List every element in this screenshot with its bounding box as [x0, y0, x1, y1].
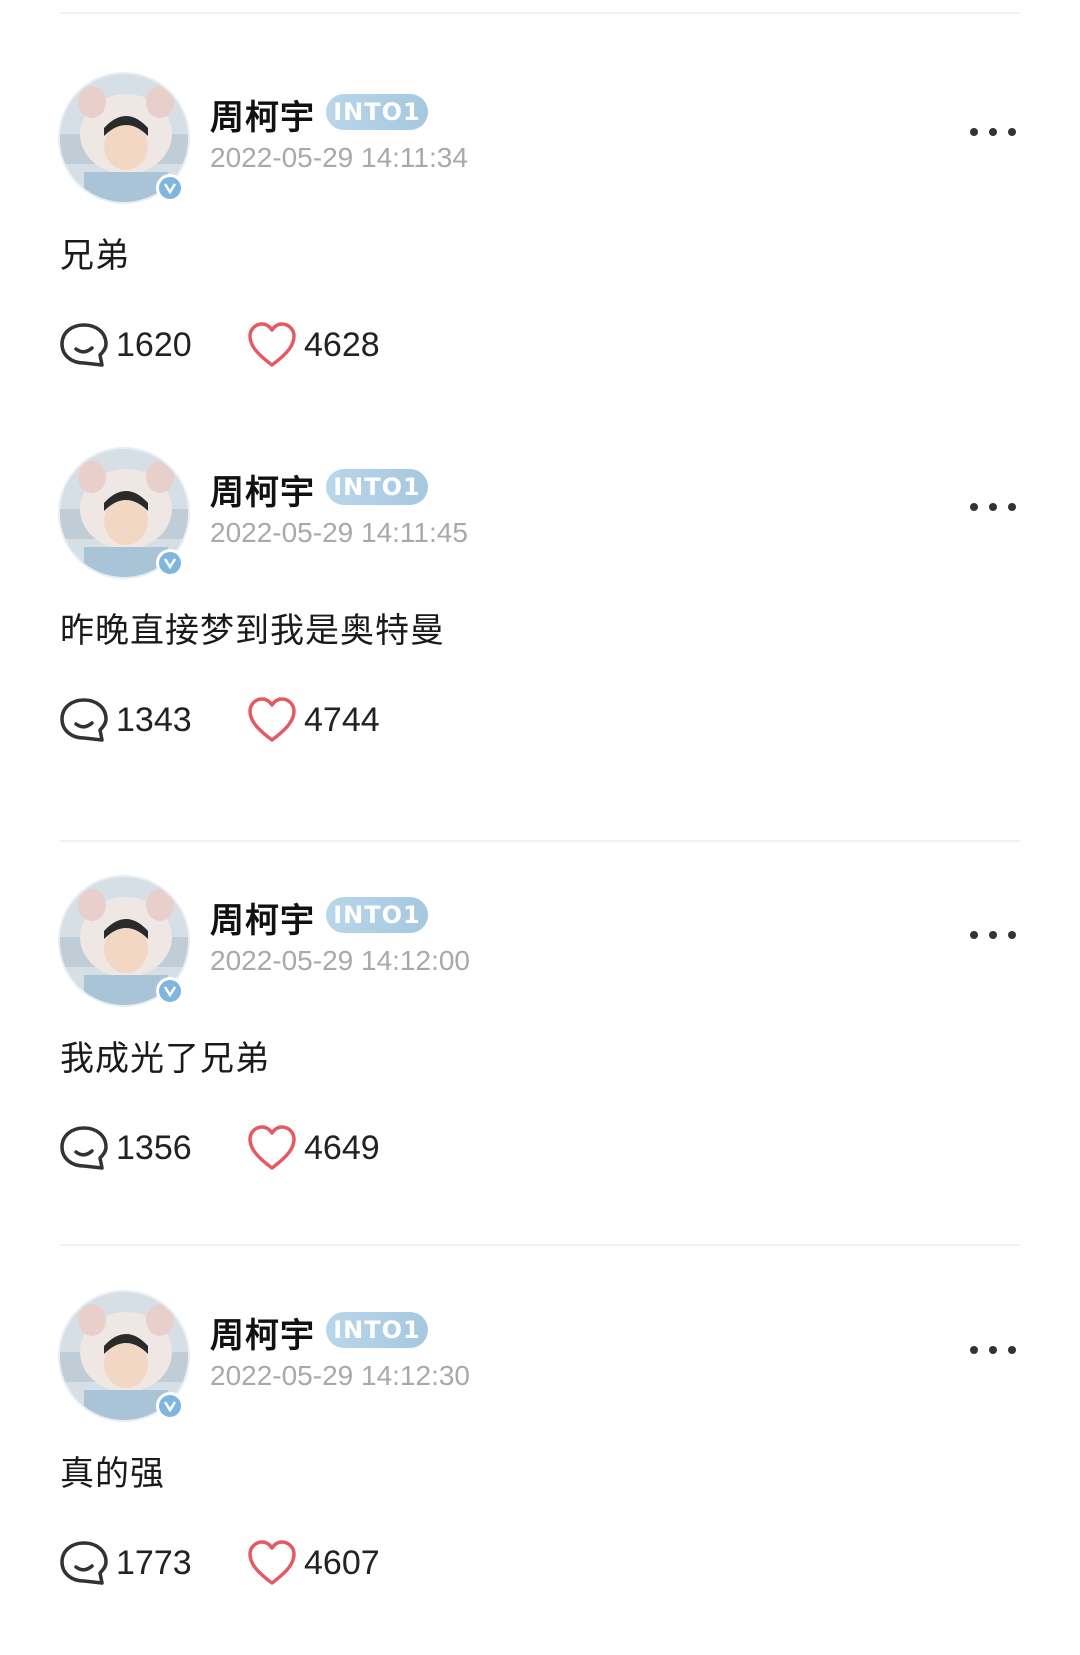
comment-button[interactable]: 1773: [58, 1538, 192, 1588]
avatar[interactable]: [58, 72, 190, 204]
comment-bubble-icon: [60, 1126, 108, 1170]
heart-icon: [248, 697, 296, 742]
more-dots-icon: [970, 931, 978, 939]
comment-button[interactable]: 1620: [58, 320, 192, 370]
post-card[interactable]: 周柯宇 INTO1 2022-05-29 14:12:00 我成光了兄弟 135…: [0, 875, 1080, 1235]
divider: [60, 840, 1020, 842]
like-button[interactable]: 4744: [246, 695, 380, 745]
group-badge: INTO1: [326, 94, 428, 130]
group-badge: INTO1: [326, 1312, 428, 1348]
comment-count: 1620: [116, 325, 192, 364]
more-options-button[interactable]: [970, 925, 1016, 945]
comment-count: 1356: [116, 1128, 192, 1167]
like-count: 4744: [304, 700, 380, 739]
post-text: 昨晚直接梦到我是奥特曼: [60, 611, 445, 651]
username[interactable]: 周柯宇: [210, 465, 315, 514]
verified-badge-icon: [156, 1392, 184, 1420]
username[interactable]: 周柯宇: [210, 90, 315, 139]
post-text: 我成光了兄弟: [60, 1039, 270, 1079]
avatar[interactable]: [58, 875, 190, 1007]
more-options-button[interactable]: [970, 497, 1016, 517]
more-options-button[interactable]: [970, 122, 1016, 142]
like-button[interactable]: 4649: [246, 1123, 380, 1173]
like-button[interactable]: 4607: [246, 1538, 380, 1588]
post-text: 真的强: [60, 1454, 165, 1494]
like-button[interactable]: 4628: [246, 320, 380, 370]
comment-count: 1773: [116, 1543, 192, 1582]
avatar[interactable]: [58, 447, 190, 579]
timestamp: 2022-05-29 14:11:34: [210, 142, 468, 173]
divider: [60, 12, 1020, 14]
verified-badge-icon: [156, 549, 184, 577]
post-feed: 周柯宇 INTO1 2022-05-29 14:11:34 兄弟 1620 46…: [0, 0, 1080, 1655]
more-dots-icon: [970, 503, 978, 511]
like-count: 4649: [304, 1128, 380, 1167]
post-text: 兄弟: [60, 236, 130, 276]
more-dots-icon: [970, 1346, 978, 1354]
heart-icon: [248, 1540, 296, 1585]
group-badge: INTO1: [326, 897, 428, 933]
like-count: 4607: [304, 1543, 380, 1582]
heart-icon: [248, 322, 296, 367]
timestamp: 2022-05-29 14:12:00: [210, 945, 470, 976]
comment-button[interactable]: 1356: [58, 1123, 192, 1173]
comment-bubble-icon: [60, 698, 108, 742]
post-card[interactable]: 周柯宇 INTO1 2022-05-29 14:11:45 昨晚直接梦到我是奥特…: [0, 447, 1080, 807]
verified-badge-icon: [156, 977, 184, 1005]
heart-icon: [248, 1125, 296, 1170]
timestamp: 2022-05-29 14:11:45: [210, 517, 468, 548]
username[interactable]: 周柯宇: [210, 893, 315, 942]
comment-button[interactable]: 1343: [58, 695, 192, 745]
divider: [60, 1244, 1020, 1246]
comment-count: 1343: [116, 700, 192, 739]
post-card[interactable]: 周柯宇 INTO1 2022-05-29 14:12:30 真的强 1773 4…: [0, 1290, 1080, 1650]
username[interactable]: 周柯宇: [210, 1308, 315, 1357]
group-badge: INTO1: [326, 469, 428, 505]
comment-bubble-icon: [60, 323, 108, 367]
more-options-button[interactable]: [970, 1340, 1016, 1360]
timestamp: 2022-05-29 14:12:30: [210, 1360, 470, 1391]
like-count: 4628: [304, 325, 380, 364]
verified-badge-icon: [156, 174, 184, 202]
post-card[interactable]: 周柯宇 INTO1 2022-05-29 14:11:34 兄弟 1620 46…: [0, 72, 1080, 432]
comment-bubble-icon: [60, 1541, 108, 1585]
avatar[interactable]: [58, 1290, 190, 1422]
more-dots-icon: [970, 128, 978, 136]
